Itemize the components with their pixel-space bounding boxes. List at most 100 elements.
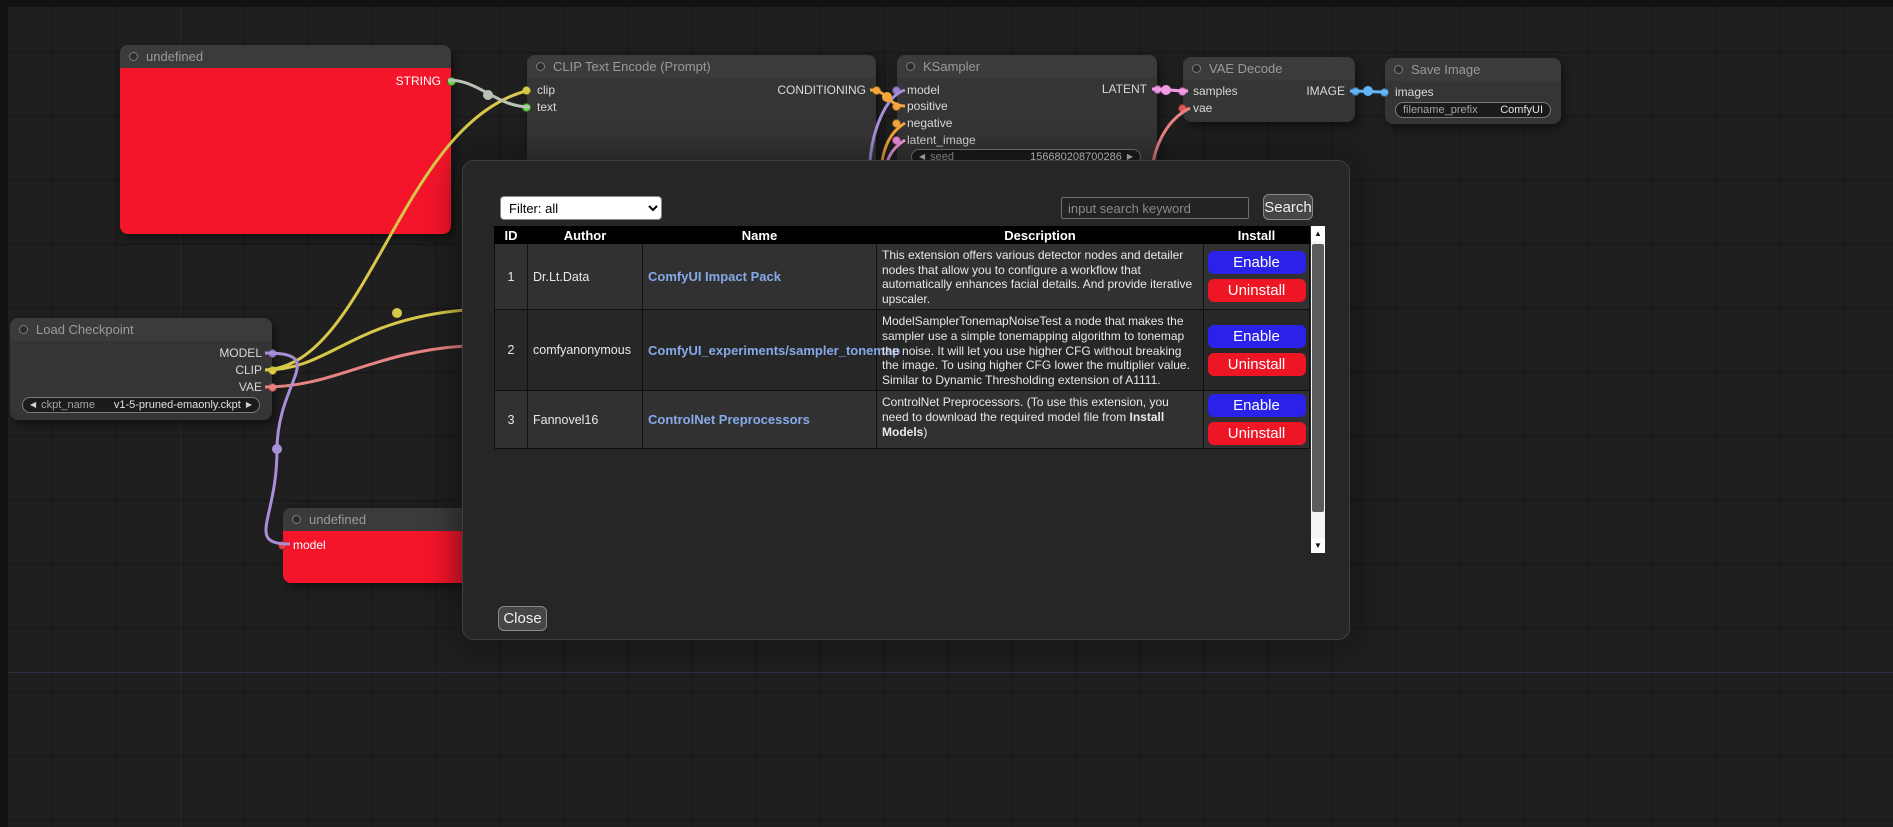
clip-output-dot[interactable] [268, 366, 277, 375]
collapse-dot-icon[interactable] [1192, 64, 1201, 73]
widget-value[interactable]: v1-5-pruned-emaonly.ckpt [114, 399, 241, 411]
node-undefined-bottom[interactable]: undefined model [283, 508, 468, 583]
collapse-dot-icon[interactable] [19, 325, 28, 334]
node-body-error: STRING [120, 68, 451, 234]
collapse-dot-icon[interactable] [292, 515, 301, 524]
node-title: undefined [309, 512, 366, 527]
text-input-dot[interactable] [522, 103, 531, 112]
uninstall-button[interactable]: Uninstall [1208, 422, 1306, 445]
description-text: ModelSamplerTonemapNoiseTest a node that… [882, 314, 1190, 386]
input-label: samples [1193, 84, 1238, 98]
enable-button[interactable]: Enable [1208, 325, 1306, 348]
input-slot-latent-image[interactable]: latent_image [892, 133, 976, 147]
node-title-bar[interactable]: Load Checkpoint [10, 318, 272, 341]
search-input[interactable] [1061, 197, 1249, 219]
node-ksampler[interactable]: KSampler model positive negative latent_… [897, 55, 1157, 170]
model-input-dot[interactable] [892, 86, 901, 95]
output-slot-latent[interactable]: LATENT [1102, 82, 1162, 96]
output-label: STRING [396, 74, 441, 88]
row-description: ControlNet Preprocessors. (To use this e… [877, 391, 1204, 449]
widget-label: ckpt_name [41, 399, 95, 411]
scroll-up-icon[interactable]: ▲ [1311, 226, 1325, 241]
input-slot-positive[interactable]: positive [892, 99, 948, 113]
output-slot-string[interactable]: STRING [396, 74, 456, 88]
header-id: ID [495, 227, 528, 244]
extension-link[interactable]: ControlNet Preprocessors [648, 412, 810, 427]
output-slot-model[interactable]: MODEL [219, 346, 277, 360]
node-title: VAE Decode [1209, 61, 1282, 76]
uninstall-button[interactable]: Uninstall [1208, 353, 1306, 376]
model-output-dot[interactable] [268, 349, 277, 358]
table-scrollbar[interactable]: ▲ ▼ [1311, 226, 1325, 553]
input-slot-vae[interactable]: vae [1178, 101, 1212, 115]
collapse-dot-icon[interactable] [1394, 65, 1403, 74]
node-clip-text-encode[interactable]: CLIP Text Encode (Prompt) clip text COND… [527, 55, 876, 170]
output-slot-conditioning[interactable]: CONDITIONING [777, 83, 881, 97]
clip-input-dot[interactable] [522, 86, 531, 95]
input-slot-images[interactable]: images [1380, 85, 1434, 99]
description-text: ControlNet Preprocessors. (To use this e… [882, 395, 1169, 424]
input-slot-text[interactable]: text [522, 100, 556, 114]
latent-output-dot[interactable] [1153, 85, 1162, 94]
filter-select[interactable]: Filter: all [500, 196, 662, 220]
close-button[interactable]: Close [498, 606, 547, 631]
canvas-edge-left [0, 0, 8, 827]
scrollbar-thumb[interactable] [1312, 244, 1324, 512]
ckpt-name-widget[interactable]: ◀ ckpt_name v1-5-pruned-emaonly.ckpt ▶ [22, 397, 260, 413]
vae-output-dot[interactable] [268, 383, 277, 392]
output-label: CONDITIONING [777, 83, 866, 97]
row-author: Fannovel16 [528, 391, 643, 449]
scroll-down-icon[interactable]: ▼ [1311, 538, 1325, 553]
node-load-checkpoint[interactable]: Load Checkpoint MODEL CLIP VAE ◀ ckpt_na… [10, 318, 272, 420]
output-slot-vae[interactable]: VAE [239, 380, 277, 394]
collapse-dot-icon[interactable] [129, 52, 138, 61]
samples-input-dot[interactable] [1178, 87, 1187, 96]
widget-value[interactable]: ComfyUI [1500, 104, 1543, 116]
collapse-dot-icon[interactable] [906, 62, 915, 71]
filename-prefix-widget[interactable]: filename_prefix ComfyUI [1395, 102, 1551, 118]
conditioning-output-dot[interactable] [872, 86, 881, 95]
string-output-dot[interactable] [447, 77, 456, 86]
input-label: positive [907, 99, 948, 113]
images-input-dot[interactable] [1380, 88, 1389, 97]
extension-link[interactable]: ComfyUI_experiments/sampler_tonemap [648, 343, 900, 358]
image-output-dot[interactable] [1351, 87, 1360, 96]
table-row: 2 comfyanonymous ComfyUI_experiments/sam… [495, 310, 1310, 391]
extension-table: ID Author Name Description Install 1 Dr.… [494, 226, 1310, 449]
node-title-bar[interactable]: undefined [283, 508, 468, 531]
extension-link[interactable]: ComfyUI Impact Pack [648, 269, 781, 284]
node-title-bar[interactable]: undefined [120, 45, 451, 68]
input-slot-model[interactable]: model [278, 538, 326, 552]
input-slot-samples[interactable]: samples [1178, 84, 1238, 98]
node-title: undefined [146, 49, 203, 64]
node-save-image[interactable]: Save Image images filename_prefix ComfyU… [1385, 58, 1561, 124]
output-slot-clip[interactable]: CLIP [235, 363, 277, 377]
vae-input-dot[interactable] [1178, 104, 1187, 113]
input-slot-clip[interactable]: clip [522, 83, 555, 97]
enable-button[interactable]: Enable [1208, 394, 1306, 417]
input-slot-negative[interactable]: negative [892, 116, 952, 130]
model-input-dot[interactable] [278, 541, 287, 550]
latent-image-input-dot[interactable] [892, 136, 901, 145]
row-author: Dr.Lt.Data [528, 244, 643, 310]
enable-button[interactable]: Enable [1208, 251, 1306, 274]
negative-input-dot[interactable] [892, 119, 901, 128]
output-slot-image[interactable]: IMAGE [1306, 84, 1360, 98]
node-undefined-top[interactable]: undefined STRING [120, 45, 451, 234]
collapse-dot-icon[interactable] [536, 62, 545, 71]
next-arrow-icon[interactable]: ▶ [246, 401, 252, 409]
node-title-bar[interactable]: VAE Decode [1183, 57, 1355, 80]
input-slot-model[interactable]: model [892, 83, 940, 97]
row-id: 3 [495, 391, 528, 449]
node-title-bar[interactable]: KSampler [897, 55, 1157, 78]
search-button[interactable]: Search [1263, 194, 1313, 220]
positive-input-dot[interactable] [892, 102, 901, 111]
uninstall-button[interactable]: Uninstall [1208, 279, 1306, 302]
prev-arrow-icon[interactable]: ◀ [30, 401, 36, 409]
node-vae-decode[interactable]: VAE Decode samples vae IMAGE [1183, 57, 1355, 122]
node-title: KSampler [923, 59, 980, 74]
header-install: Install [1204, 227, 1310, 244]
node-title-bar[interactable]: Save Image [1385, 58, 1561, 81]
header-name: Name [643, 227, 877, 244]
node-title-bar[interactable]: CLIP Text Encode (Prompt) [527, 55, 876, 78]
